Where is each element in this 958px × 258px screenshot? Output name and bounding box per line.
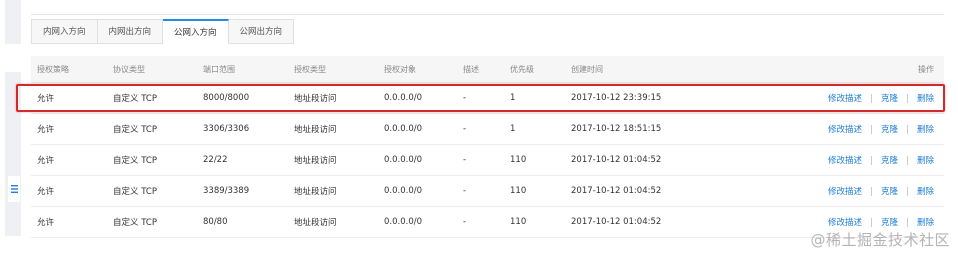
header-actions: 操作 — [918, 64, 934, 74]
cell-policy: 允许 — [37, 125, 55, 135]
table-header: 授权策略 协议类型 端口范围 授权类型 授权对象 描述 优先级 创建时间 操作 — [31, 56, 944, 83]
header-policy: 授权策略 — [37, 64, 69, 74]
header-priority: 优先级 — [510, 64, 534, 74]
cell-priority: 110 — [510, 186, 527, 196]
cell-policy: 允许 — [37, 187, 55, 197]
cell-auth-type: 地址段访问 — [294, 156, 337, 166]
cell-auth-object: 0.0.0.0/0 — [384, 217, 423, 227]
action-separator — [870, 124, 872, 134]
edit-description-link[interactable]: 修改描述 — [828, 216, 862, 228]
cell-description: - — [463, 155, 467, 165]
cell-protocol: 自定义 TCP — [113, 218, 157, 228]
cell-description: - — [463, 217, 467, 227]
row-actions: 修改描述 克隆 删除 — [828, 114, 934, 144]
cell-auth-object: 0.0.0.0/0 — [384, 186, 423, 196]
header-auth-object: 授权对象 — [384, 64, 416, 74]
tab-internet-outbound[interactable]: 公网出方向 — [228, 19, 295, 44]
header-auth-type: 授权类型 — [294, 64, 326, 74]
cell-created-time: 2017-10-12 01:04:52 — [571, 155, 662, 165]
delete-link[interactable]: 删除 — [917, 185, 934, 197]
tab-internet-inbound[interactable]: 公网入方向 — [163, 19, 229, 44]
cell-protocol: 自定义 TCP — [113, 156, 157, 166]
cell-policy: 允许 — [37, 156, 55, 166]
table-row: 允许 自定义 TCP 3389/3389 地址段访问 0.0.0.0/0 - 1… — [31, 176, 944, 207]
cell-port-range: 3389/3389 — [203, 186, 250, 196]
table-row: 允许 自定义 TCP 3306/3306 地址段访问 0.0.0.0/0 - 1… — [31, 114, 944, 145]
cell-port-range: 3306/3306 — [203, 124, 250, 134]
header-protocol: 协议类型 — [113, 64, 145, 74]
tab-intranet-inbound[interactable]: 内网入方向 — [31, 19, 98, 44]
cell-description: - — [463, 186, 467, 196]
table-row: 允许 自定义 TCP 80/80 地址段访问 0.0.0.0/0 - 110 2… — [31, 207, 944, 238]
header-created-time: 创建时间 — [571, 64, 603, 74]
clone-link[interactable]: 克隆 — [881, 154, 898, 166]
edit-description-link[interactable]: 修改描述 — [828, 185, 862, 197]
cell-auth-object: 0.0.0.0/0 — [384, 155, 423, 165]
delete-link[interactable]: 删除 — [917, 216, 934, 228]
cell-created-time: 2017-10-12 01:04:52 — [571, 186, 662, 196]
cell-port-range: 22/22 — [203, 155, 228, 165]
tab-intranet-outbound[interactable]: 内网出方向 — [97, 19, 164, 44]
clone-link[interactable]: 克隆 — [881, 216, 898, 228]
action-separator — [870, 186, 872, 196]
cell-protocol: 自定义 TCP — [113, 125, 157, 135]
direction-tabs: 内网入方向 内网出方向 公网入方向 公网出方向 — [31, 19, 295, 45]
delete-link[interactable]: 删除 — [917, 123, 934, 135]
cell-priority: 110 — [510, 217, 527, 227]
table-row: 允许 自定义 TCP 22/22 地址段访问 0.0.0.0/0 - 110 2… — [31, 145, 944, 176]
cell-created-time: 2017-10-12 01:04:52 — [571, 217, 662, 227]
header-port-range: 端口范围 — [203, 64, 235, 74]
action-separator — [906, 186, 908, 196]
action-separator — [906, 155, 908, 165]
clone-link[interactable]: 克隆 — [881, 185, 898, 197]
clone-link[interactable]: 克隆 — [881, 123, 898, 135]
watermark: @稀土掘金技术社区 — [810, 231, 950, 249]
cell-priority: 1 — [510, 124, 516, 134]
cell-auth-type: 地址段访问 — [294, 218, 337, 228]
cell-description: - — [463, 124, 467, 134]
cell-protocol: 自定义 TCP — [113, 187, 157, 197]
action-separator — [906, 217, 908, 227]
row-actions: 修改描述 克隆 删除 — [828, 145, 934, 175]
edit-description-link[interactable]: 修改描述 — [828, 154, 862, 166]
row-actions: 修改描述 克隆 删除 — [828, 176, 934, 206]
cell-auth-object: 0.0.0.0/0 — [384, 124, 423, 134]
cell-policy: 允许 — [37, 218, 55, 228]
sidebar-strip-top — [5, 0, 21, 44]
cell-auth-type: 地址段访问 — [294, 125, 337, 135]
action-separator — [870, 155, 872, 165]
top-divider — [31, 14, 944, 15]
edit-description-link[interactable]: 修改描述 — [828, 123, 862, 135]
highlight-box — [16, 84, 945, 112]
menu-lines-icon — [10, 185, 18, 193]
delete-link[interactable]: 删除 — [917, 154, 934, 166]
cell-auth-type: 地址段访问 — [294, 187, 337, 197]
action-separator — [906, 124, 908, 134]
cell-port-range: 80/80 — [203, 217, 228, 227]
cell-created-time: 2017-10-12 18:51:15 — [571, 124, 662, 134]
action-separator — [870, 217, 872, 227]
header-description: 描述 — [463, 64, 479, 74]
sidebar-toggle[interactable] — [8, 176, 20, 202]
cell-priority: 110 — [510, 155, 527, 165]
